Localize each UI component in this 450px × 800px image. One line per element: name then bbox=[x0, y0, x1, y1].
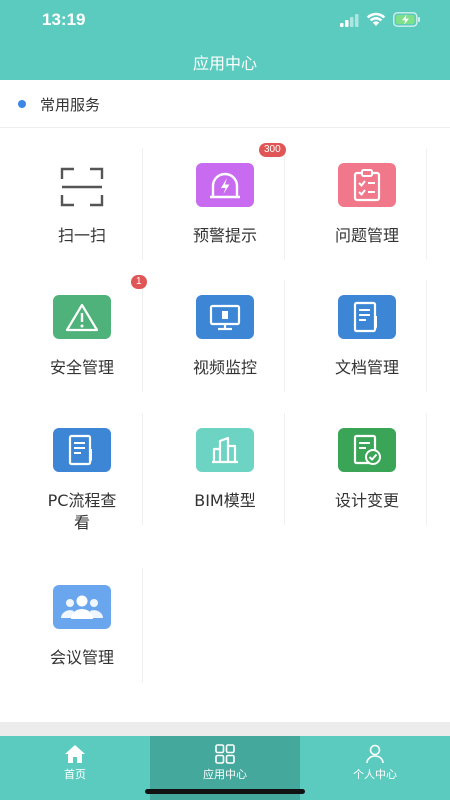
service-label: 会议管理 bbox=[49, 648, 114, 667]
service-label: 扫一扫 bbox=[57, 226, 106, 245]
notification-badge: 300 bbox=[259, 143, 286, 157]
status-bar: 13:19 bbox=[0, 0, 450, 40]
tab-home[interactable]: 首页 bbox=[0, 736, 150, 800]
service-scan[interactable]: 扫一扫 bbox=[11, 148, 153, 260]
section-header: 常用服务 bbox=[0, 80, 450, 128]
notification-badge: 1 bbox=[131, 275, 147, 289]
service-video[interactable]: 视频监控 bbox=[154, 280, 296, 392]
group-icon bbox=[53, 585, 111, 629]
service-issues[interactable]: 问题管理 bbox=[296, 148, 438, 260]
service-meeting[interactable]: 会议管理 bbox=[11, 568, 153, 680]
service-alarm[interactable]: 预警提示 bbox=[154, 148, 296, 260]
service-safety[interactable]: 安全管理 bbox=[11, 280, 153, 392]
service-design-change[interactable]: 设计变更 bbox=[296, 413, 438, 525]
service-pc-process[interactable]: PC流程查 看 bbox=[11, 413, 153, 532]
page-title: 应用中心 bbox=[192, 54, 257, 73]
alarm-icon bbox=[196, 163, 254, 207]
section-title: 常用服务 bbox=[40, 96, 101, 114]
service-label: PC流程查 看 bbox=[11, 490, 153, 534]
battery-charging-icon bbox=[393, 12, 420, 27]
tab-label: 个人中心 bbox=[353, 768, 397, 781]
service-label: 文档管理 bbox=[334, 358, 399, 377]
warning-icon bbox=[53, 295, 111, 339]
service-grid: 扫一扫 预警提示 300 问题管理 安全管理 1 视频监控 文档管理 PC流程查… bbox=[0, 128, 450, 722]
monitor-icon bbox=[196, 295, 254, 339]
service-label-line: 看 bbox=[73, 513, 90, 532]
service-label: BIM模型 bbox=[194, 491, 256, 510]
document-check-icon bbox=[338, 428, 396, 472]
wifi-icon bbox=[366, 12, 386, 26]
signal-icon bbox=[340, 14, 359, 27]
service-label: 问题管理 bbox=[334, 226, 399, 245]
tab-label: 应用中心 bbox=[203, 768, 247, 781]
service-label: 设计变更 bbox=[334, 491, 399, 510]
service-label: 安全管理 bbox=[49, 358, 114, 377]
scan-icon bbox=[53, 165, 111, 209]
building-icon bbox=[196, 428, 254, 472]
section-dot-icon bbox=[18, 100, 26, 108]
home-indicator bbox=[145, 789, 305, 794]
tab-profile[interactable]: 个人中心 bbox=[300, 736, 450, 800]
home-icon bbox=[65, 745, 85, 763]
divider-strip bbox=[0, 722, 450, 736]
nav-bar: 应用中心 bbox=[0, 40, 450, 80]
clipboard-check-icon bbox=[338, 163, 396, 207]
service-bim[interactable]: BIM模型 bbox=[154, 413, 296, 525]
document-edit-icon bbox=[53, 428, 111, 472]
status-time: 13:19 bbox=[42, 10, 86, 29]
service-documents[interactable]: 文档管理 bbox=[296, 280, 438, 392]
service-label-line: PC流程查 bbox=[47, 491, 117, 510]
service-label: 预警提示 bbox=[192, 226, 257, 245]
service-label: 视频监控 bbox=[192, 358, 257, 377]
tab-label: 首页 bbox=[64, 768, 86, 781]
document-edit-icon bbox=[338, 295, 396, 339]
grid-icon bbox=[215, 744, 235, 764]
person-icon bbox=[366, 744, 384, 764]
